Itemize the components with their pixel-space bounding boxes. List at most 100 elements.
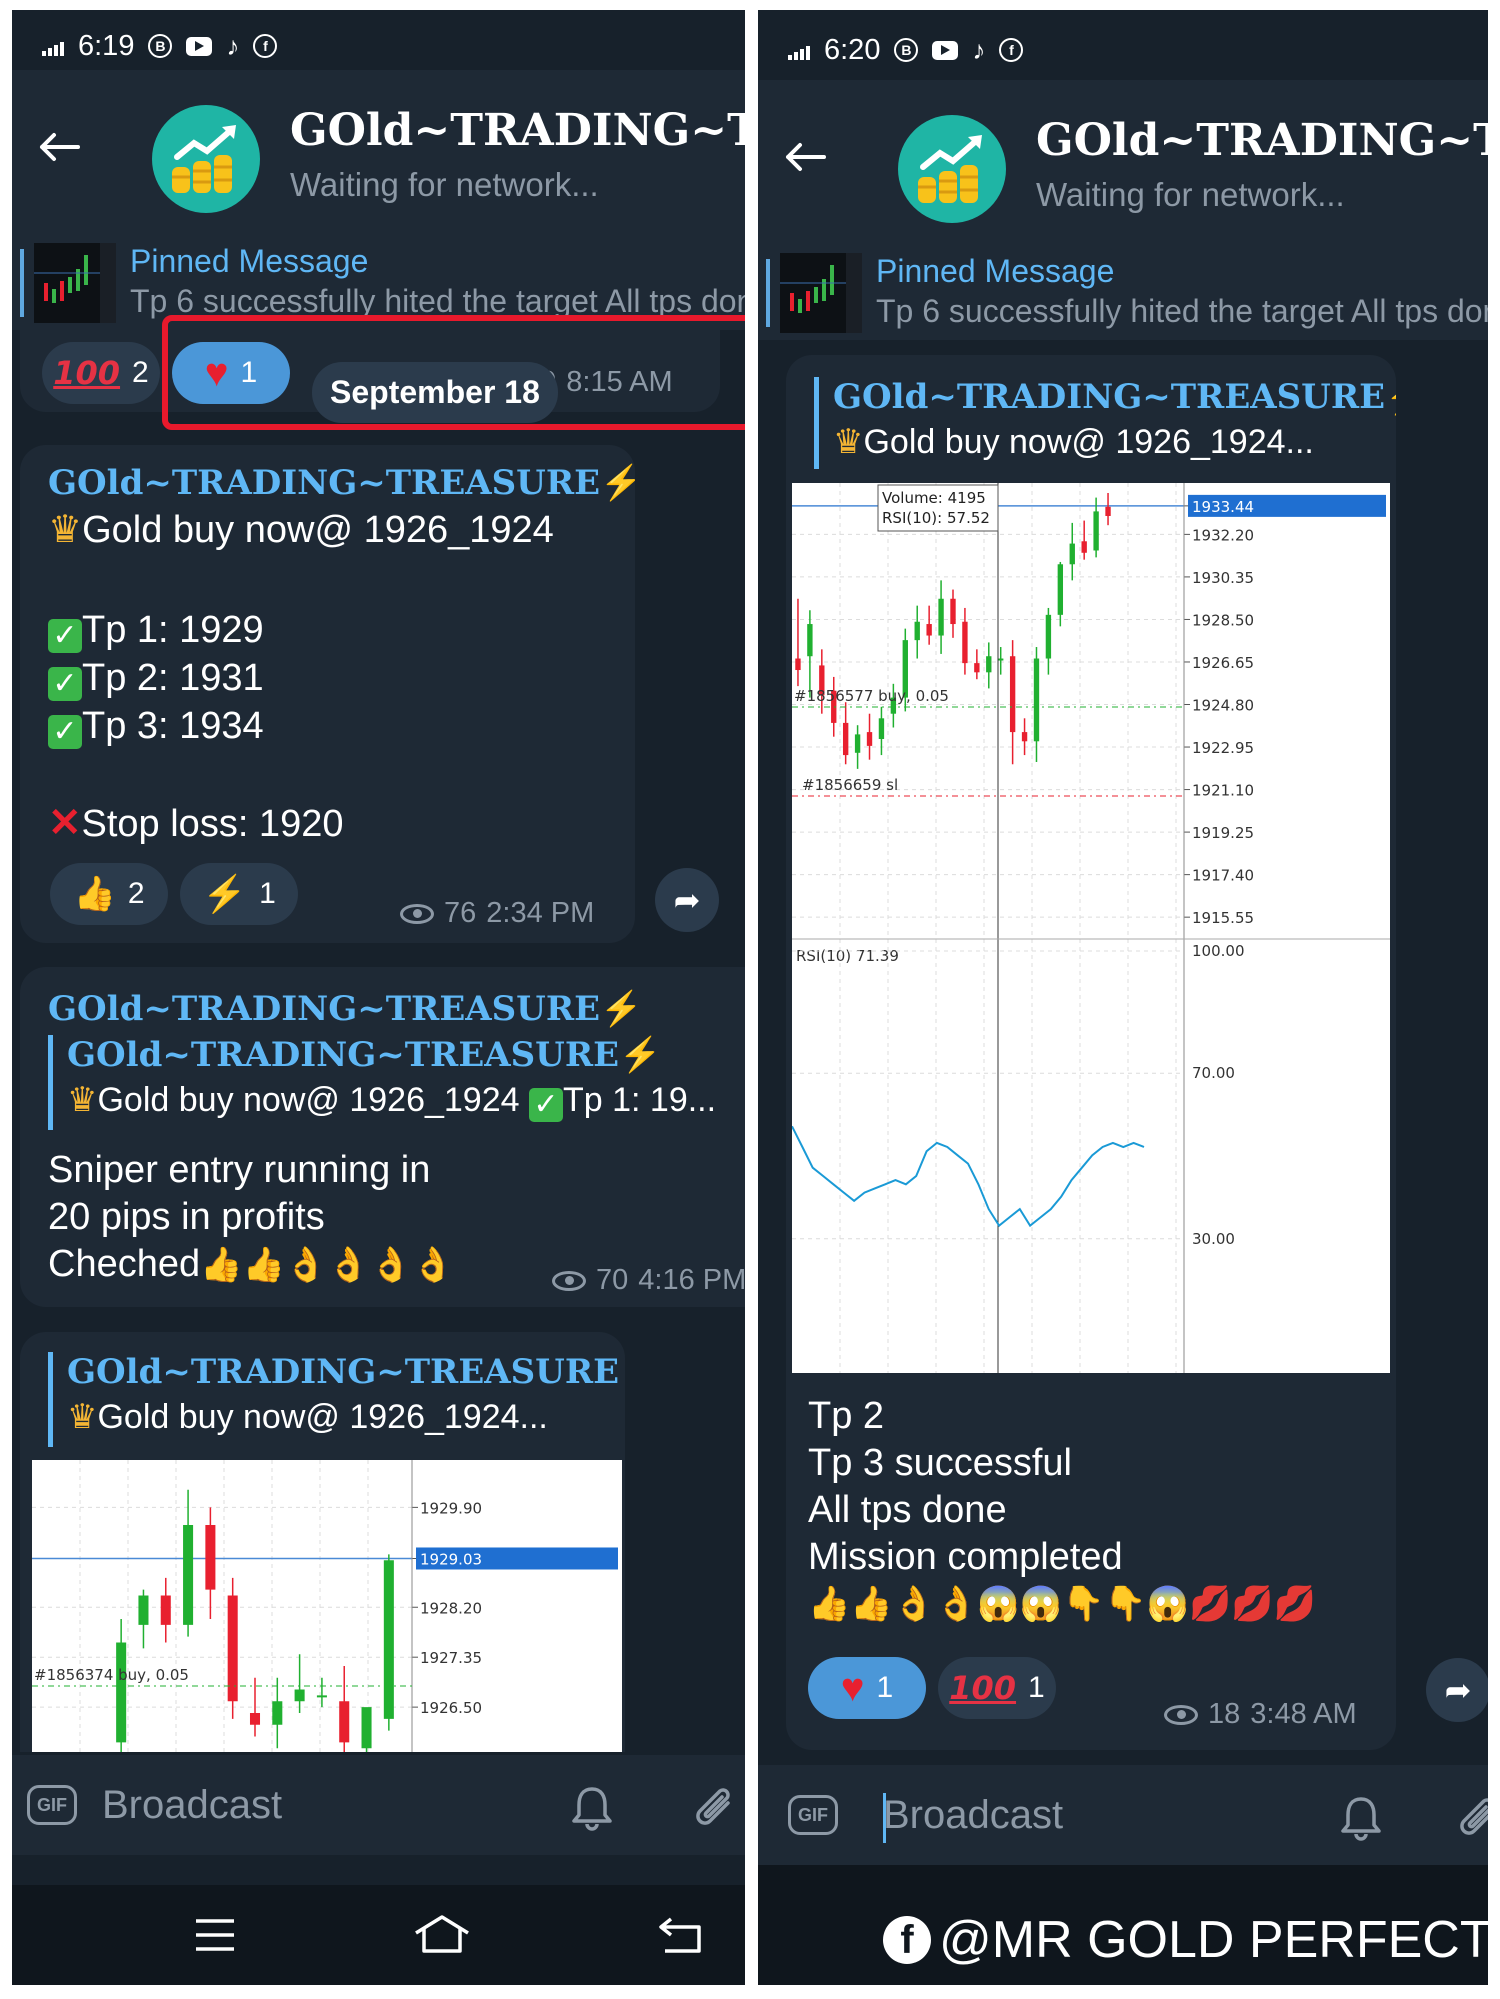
system-navigation-bar: f @MR GOLD PERFECT [758, 1865, 1488, 1985]
reaction-lightning[interactable]: ⚡ 1 [180, 863, 298, 925]
bell-icon[interactable] [567, 1783, 617, 1833]
candle-body [138, 1595, 149, 1625]
channel-title[interactable]: GOld~TRADING~TREASURE [1036, 115, 1488, 166]
rsi-level-label: 30.00 [1192, 1230, 1235, 1248]
message-sender: GOld~TRADING~TREASURE⚡ [48, 463, 635, 503]
reply-preview[interactable]: GOld~TRADING~TREASURE⚡ ♛Gold buy now@ 19… [48, 1035, 716, 1130]
price-label: 1929.90 [420, 1499, 482, 1517]
back-nav-icon[interactable] [657, 1915, 703, 1955]
views-eye-icon [552, 1270, 586, 1291]
crown-icon: ♛ [48, 509, 83, 551]
view-count: 18 [1208, 1698, 1241, 1730]
recents-icon[interactable] [192, 1915, 238, 1955]
attach-icon[interactable] [692, 1783, 738, 1833]
home-icon[interactable] [412, 1911, 472, 1957]
info-box-text: Volume: 4195 [882, 489, 986, 507]
message-line: Sniper entry running in [48, 1149, 431, 1191]
candle-body [205, 1525, 216, 1590]
back-arrow-icon[interactable] [784, 142, 826, 172]
facebook-logo-icon: f [883, 1916, 931, 1964]
reaction-count: 2 [132, 356, 149, 389]
message-meta: 76 2:34 PM [400, 897, 594, 930]
candle-body [116, 1642, 127, 1743]
candle-body [383, 1560, 394, 1719]
watermark: f @MR GOLD PERFECT [883, 1910, 1488, 1970]
message-input-bar: GIF Broadcast [12, 1755, 745, 1855]
channel-avatar[interactable] [898, 115, 1006, 223]
candle-body [183, 1525, 194, 1625]
candle-body [795, 658, 801, 671]
candle-body [914, 621, 920, 641]
candle-body [807, 624, 813, 657]
pinned-message-bar[interactable]: Pinned Message Tp 6 successfully hited t… [758, 245, 1488, 340]
bell-icon[interactable] [1336, 1793, 1386, 1843]
forward-button[interactable]: ➦ [1426, 1658, 1488, 1722]
channel-avatar[interactable] [152, 105, 260, 213]
lips-icon: 💋💋💋 [1189, 1585, 1317, 1623]
check-icon: ✓ [48, 715, 82, 749]
candle-body [938, 598, 944, 636]
candle-body [316, 1695, 327, 1698]
candle-body [1093, 511, 1099, 551]
broadcast-input[interactable]: Broadcast [102, 1783, 282, 1828]
signal-icon [42, 36, 64, 56]
connection-status: Waiting for network... [1036, 176, 1345, 213]
candle-body [998, 658, 1004, 661]
candle-body [361, 1707, 372, 1749]
gold-coins-icon [918, 135, 982, 203]
price-chart[interactable]: 1929.90 1929.03 1928.20 1927.35 1926.50 #1856… [32, 1460, 622, 1752]
reaction-count: 1 [259, 877, 276, 910]
message-update: GOld~TRADING~TREASURE⚡ GOld~TRADING~TREA… [20, 967, 745, 1307]
message-line: ✓ Tp 3: 1934 [48, 703, 264, 750]
back-arrow-icon[interactable] [38, 132, 80, 162]
gif-button[interactable]: GIF [27, 1785, 77, 1825]
order-label: #1856659 sl [802, 776, 898, 794]
attach-icon[interactable] [1456, 1793, 1488, 1843]
pinned-text: Tp 6 successfully hited the target All t… [876, 293, 1488, 329]
candle-body [249, 1713, 261, 1725]
message-line: Cheched👍👍👌👌👌👌 [48, 1243, 455, 1285]
youtube-icon [932, 40, 959, 60]
pinned-title: Pinned Message [130, 243, 369, 279]
reply-preview[interactable]: GOld~TRADING~TREASURE⚡ ♛Gold buy now@ 19… [48, 1352, 625, 1447]
price-label: 1928.50 [1192, 611, 1254, 629]
reaction-heart[interactable]: ♥ 1 [808, 1657, 926, 1719]
reaction-hundred[interactable]: 100 1 [938, 1657, 1056, 1719]
candle-body [1081, 541, 1087, 553]
candle-body [1045, 614, 1052, 659]
tiktok-icon: ♪ [972, 34, 986, 65]
message-line: ✕Stop loss: 1920 [48, 801, 344, 845]
thumbs-up-icon: 👍👍 [808, 1585, 893, 1623]
candle-body [227, 1595, 238, 1702]
reaction-hundred[interactable]: 100 2 [42, 342, 160, 404]
candle-body [1009, 656, 1016, 733]
message-line: Tp 2 [808, 1395, 885, 1437]
emoji-line: 👍👍👌👌😱😱👇👇😱💋💋💋 [808, 1581, 1316, 1628]
lightning-icon: ⚡ [202, 873, 248, 914]
reply-text: ♛Gold buy now@ 1926_1924... [833, 423, 1314, 461]
ok-hand-icon: 👌👌 [892, 1585, 978, 1623]
status-bar: 6:20 B ♪ f [758, 10, 1488, 70]
thumbs-up-icon: 👍👍 [200, 1246, 285, 1284]
candle-body [294, 1689, 305, 1702]
forward-button[interactable]: ➦ [655, 868, 719, 932]
candle-body [974, 663, 980, 673]
rsi-label: RSI(10) 71.39 [796, 947, 899, 965]
broadcast-input[interactable]: Broadcast [883, 1793, 1063, 1838]
message-time: 3:48 AM [1250, 1698, 1357, 1730]
scream-icon: 😱 [1146, 1585, 1190, 1623]
gif-button[interactable]: GIF [788, 1795, 838, 1835]
price-chart[interactable]: 1933.44 1932.20 1930.35 1928.50 1926.65 1924.… [792, 483, 1390, 1373]
channel-title[interactable]: GOld~TRADING~TREASURE [290, 105, 745, 156]
message-input-bar: GIF Broadcast [758, 1765, 1488, 1865]
reaction-count: 2 [127, 877, 145, 910]
ok-hand-icon: 👌👌👌👌 [284, 1246, 455, 1284]
system-navigation-bar [12, 1885, 745, 1985]
views-eye-icon [400, 903, 434, 924]
status-time: 6:19 [78, 29, 135, 62]
price-label: 1930.35 [1192, 569, 1254, 587]
reply-preview[interactable]: GOld~TRADING~TREASURE⚡ ♛Gold buy now@ 19… [814, 377, 1396, 469]
reaction-thumbs-up[interactable]: 👍 2 [50, 863, 168, 925]
youtube-icon [186, 36, 213, 56]
crown-icon: ♛ [833, 423, 864, 461]
